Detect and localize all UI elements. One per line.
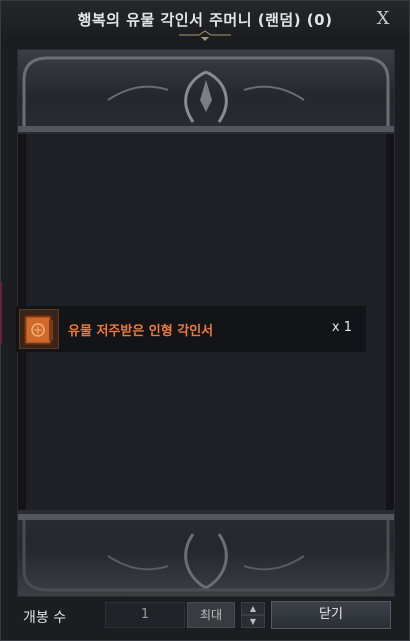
max-button[interactable]: 최대 (187, 602, 235, 628)
stepper-down-icon[interactable]: ▼ (241, 615, 265, 628)
frame-bottom-ornament (18, 510, 394, 596)
stepper-up-icon[interactable]: ▲ (241, 602, 265, 615)
open-count-input[interactable]: 1 (105, 602, 185, 628)
close-button[interactable]: 닫기 (271, 601, 391, 629)
dialog-window: 행복의 유물 각인서 주머니 (랜덤) (0) X 유물 저주받은 인형 각인서… (0, 0, 410, 641)
title-bar: 행복의 유물 각인서 주머니 (랜덤) (0) X (1, 1, 409, 43)
item-name: 유물 저주받은 인형 각인서 (68, 324, 214, 339)
side-accent (0, 282, 2, 344)
open-count-label: 개봉 수 (23, 610, 67, 626)
list-item[interactable]: 유물 저주받은 인형 각인서 x 1 (16, 306, 366, 352)
title-ornament (179, 30, 231, 41)
engraving-book-icon (19, 309, 59, 349)
item-quantity: x 1 (331, 320, 352, 335)
close-icon[interactable]: X (371, 7, 395, 31)
frame-top-ornament (18, 50, 394, 134)
dialog-title: 행복의 유물 각인서 주머니 (랜덤) (0) (77, 11, 333, 29)
